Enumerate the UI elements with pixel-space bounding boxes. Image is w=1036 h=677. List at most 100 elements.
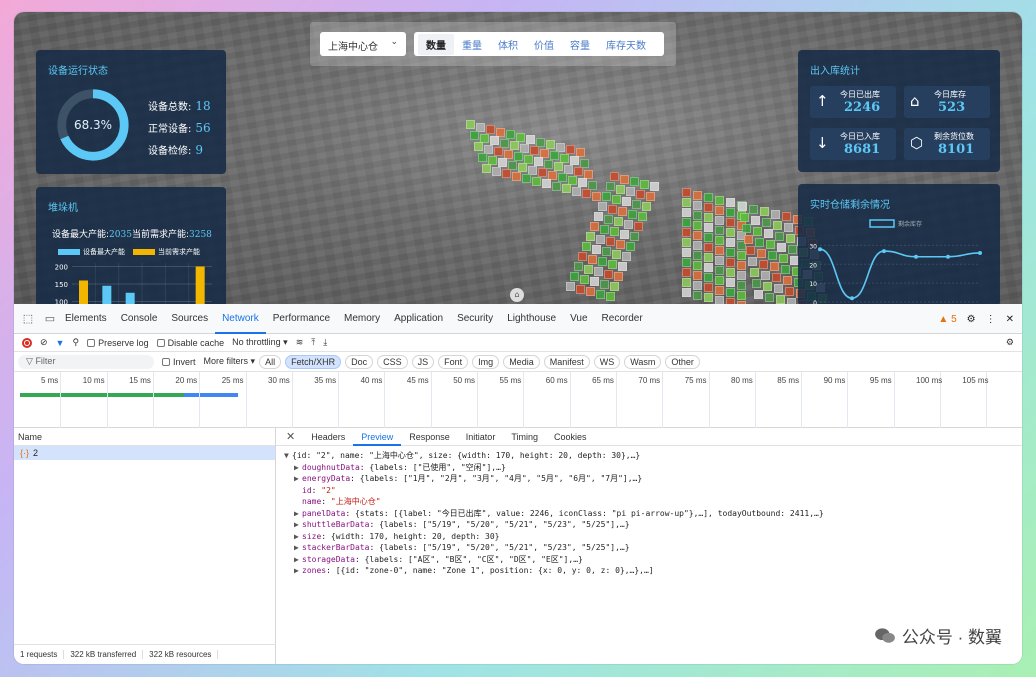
filter-type-button[interactable]: CSS bbox=[377, 354, 408, 369]
stat-value: 9 bbox=[195, 143, 204, 157]
storage-cube bbox=[715, 245, 724, 255]
filter-type-button[interactable]: Wasm bbox=[624, 354, 662, 369]
more-menu-icon[interactable]: ⋮ bbox=[986, 314, 996, 325]
expand-arrow-icon: ▶ bbox=[294, 520, 299, 529]
metric-tab[interactable]: 体积 bbox=[490, 34, 526, 55]
panel-title: 实时仓储剩余情况 bbox=[810, 200, 890, 211]
storage-cube bbox=[650, 182, 659, 191]
preview-line[interactable]: ▶ shuttleBarData: {labels: ["5/19", "5/20… bbox=[284, 519, 1022, 531]
scene-toggle-icon[interactable]: ⌂ bbox=[510, 288, 524, 302]
timeline-tick: 15 ms bbox=[129, 376, 151, 385]
filter-funnel-icon[interactable]: ▼ bbox=[56, 338, 65, 348]
preview-line[interactable]: ▼ {id: "2", name: "上海中心仓", size: {width: … bbox=[284, 450, 1022, 462]
detail-tab[interactable]: Cookies bbox=[546, 428, 595, 446]
filter-type-button[interactable]: Other bbox=[665, 354, 700, 369]
legend-item-demand[interactable]: 当前需求产能 bbox=[133, 247, 200, 257]
storage-cube bbox=[614, 272, 623, 281]
storage-cube bbox=[704, 283, 713, 292]
preview-line[interactable]: ▶ size: {width: 170, height: 20, depth: 3… bbox=[284, 531, 1022, 543]
import-har-icon[interactable]: ⤒ bbox=[311, 337, 315, 348]
metric-tab[interactable]: 数量 bbox=[418, 33, 454, 55]
detail-tab[interactable]: Preview bbox=[353, 428, 402, 446]
export-har-icon[interactable]: ⤓ bbox=[323, 337, 327, 348]
storage-cube bbox=[752, 279, 761, 288]
preview-line[interactable]: ▶ storageData: {labels: ["A区", "B区", "C区"… bbox=[284, 554, 1022, 566]
settings-gear-icon[interactable]: ⚙ bbox=[967, 314, 976, 325]
storage-cube bbox=[776, 295, 785, 304]
preview-line[interactable]: ▶ doughnutData: {labels: ["已使用", "空闲"],…} bbox=[284, 462, 1022, 474]
storage-cube bbox=[737, 280, 746, 290]
timeline-tick: 10 ms bbox=[82, 376, 105, 385]
metric-tab[interactable]: 容量 bbox=[562, 34, 598, 55]
storage-cube bbox=[726, 238, 735, 247]
filter-type-button[interactable]: Doc bbox=[345, 354, 374, 369]
inspect-element-icon[interactable]: ⬚ bbox=[20, 311, 36, 327]
throttling-select[interactable]: No throttling ▾ bbox=[232, 337, 288, 348]
filter-type-button[interactable]: Font bbox=[438, 354, 469, 369]
filter-type-button[interactable]: Manifest bbox=[543, 354, 590, 369]
devtools-tab[interactable]: Sources bbox=[164, 304, 215, 334]
network-timeline[interactable]: 5 ms 10 ms 15 ms 20 ms 25 ms 30 ms 35 ms 40 ms 4… bbox=[14, 372, 1022, 428]
filter-input[interactable]: ▽ Filter bbox=[18, 354, 154, 369]
devtools-tab[interactable]: Recorder bbox=[595, 304, 650, 334]
filter-type-button[interactable]: Img bbox=[472, 354, 500, 369]
filter-type-button[interactable]: Media bbox=[503, 354, 540, 369]
filter-type-button[interactable]: WS bbox=[593, 354, 621, 369]
more-filters-label: More filters bbox=[203, 356, 249, 366]
record-icon bbox=[22, 337, 32, 348]
devtools-tab[interactable]: Security bbox=[450, 304, 500, 334]
network-settings-gear-icon[interactable]: ⚙ bbox=[1006, 337, 1014, 348]
devtools-tab[interactable]: Performance bbox=[266, 304, 337, 334]
wifi-conditions-icon[interactable]: ≋ bbox=[296, 337, 304, 348]
devtools-tab[interactable]: Lighthouse bbox=[500, 304, 563, 334]
clear-icon[interactable]: ⊘ bbox=[40, 337, 48, 348]
request-row[interactable]: {·} 2 bbox=[14, 446, 275, 460]
disable-cache-checkbox[interactable]: Disable cache bbox=[156, 338, 224, 348]
warehouse-3d-scene[interactable]: 上海中心仓 ⌄ 数量 重量 体积 价值 容量 库存天数 设备运行状态 68.3% 设备总数… bbox=[14, 12, 1022, 304]
filter-type-button[interactable]: All bbox=[259, 354, 282, 369]
metric-tab[interactable]: 重量 bbox=[454, 34, 490, 55]
storage-cube bbox=[580, 274, 589, 284]
record-button[interactable] bbox=[22, 337, 32, 348]
storage-cube bbox=[693, 190, 702, 200]
storage-cube bbox=[600, 224, 609, 234]
json-string-value: "2" bbox=[321, 485, 336, 495]
more-filters-dropdown[interactable]: More filters ▾ bbox=[204, 356, 256, 367]
preview-line[interactable]: ▶ panelData: {stats: [{label: "今日已出库", va… bbox=[284, 508, 1022, 520]
json-key: zones bbox=[302, 566, 327, 575]
devtools-tab[interactable]: Application bbox=[387, 304, 450, 334]
name-column-header[interactable]: Name bbox=[14, 428, 275, 446]
legend-item-max[interactable]: 设备最大产能 bbox=[58, 247, 125, 257]
rt-point bbox=[914, 254, 918, 259]
devtools-tab[interactable]: Memory bbox=[337, 304, 387, 334]
metric-tab[interactable]: 库存天数 bbox=[598, 34, 654, 55]
detail-tab[interactable]: Timing bbox=[503, 428, 546, 446]
preview-line[interactable]: ▶ stackerBarData: {labels: ["5/19", "5/20… bbox=[284, 542, 1022, 554]
devtools-tab[interactable]: Network bbox=[215, 304, 266, 334]
preserve-log-checkbox[interactable]: Preserve log bbox=[87, 338, 149, 348]
filter-type-button[interactable]: JS bbox=[411, 354, 435, 369]
close-detail-icon[interactable]: ✕ bbox=[276, 430, 303, 443]
warehouse-select[interactable]: 上海中心仓 ⌄ bbox=[320, 32, 406, 56]
detail-tab[interactable]: Headers bbox=[303, 428, 353, 446]
preview-line[interactable]: ▶ zones: [{id: "zone-0", name: "Zone 1", … bbox=[284, 565, 1022, 577]
devtools-tab[interactable]: Vue bbox=[563, 304, 594, 334]
io-value: 8681 bbox=[844, 142, 881, 157]
checkbox-box bbox=[162, 358, 170, 367]
warning-counter[interactable]: ▲ 5 bbox=[938, 314, 956, 325]
detail-tab[interactable]: Response bbox=[401, 428, 458, 446]
filter-type-button[interactable]: Fetch/XHR bbox=[285, 354, 342, 369]
timeline-gridline bbox=[106, 372, 108, 428]
panel-title: 设备运行状态 bbox=[48, 66, 108, 77]
metric-tab[interactable]: 价值 bbox=[526, 34, 562, 55]
device-toolbar-icon[interactable]: ▭ bbox=[42, 311, 58, 327]
storage-cube bbox=[682, 258, 691, 267]
box-icon: ⬡ bbox=[910, 134, 924, 152]
detail-tab[interactable]: Initiator bbox=[458, 428, 504, 446]
close-icon[interactable]: ✕ bbox=[1006, 314, 1014, 325]
invert-checkbox[interactable]: Invert bbox=[162, 357, 196, 367]
devtools-tab[interactable]: Console bbox=[114, 304, 165, 334]
devtools-tab[interactable]: Elements bbox=[58, 304, 114, 334]
search-icon[interactable]: ⚲ bbox=[72, 337, 79, 348]
preview-line[interactable]: ▶ energyData: {labels: ["1月", "2月", "3月",… bbox=[284, 473, 1022, 485]
